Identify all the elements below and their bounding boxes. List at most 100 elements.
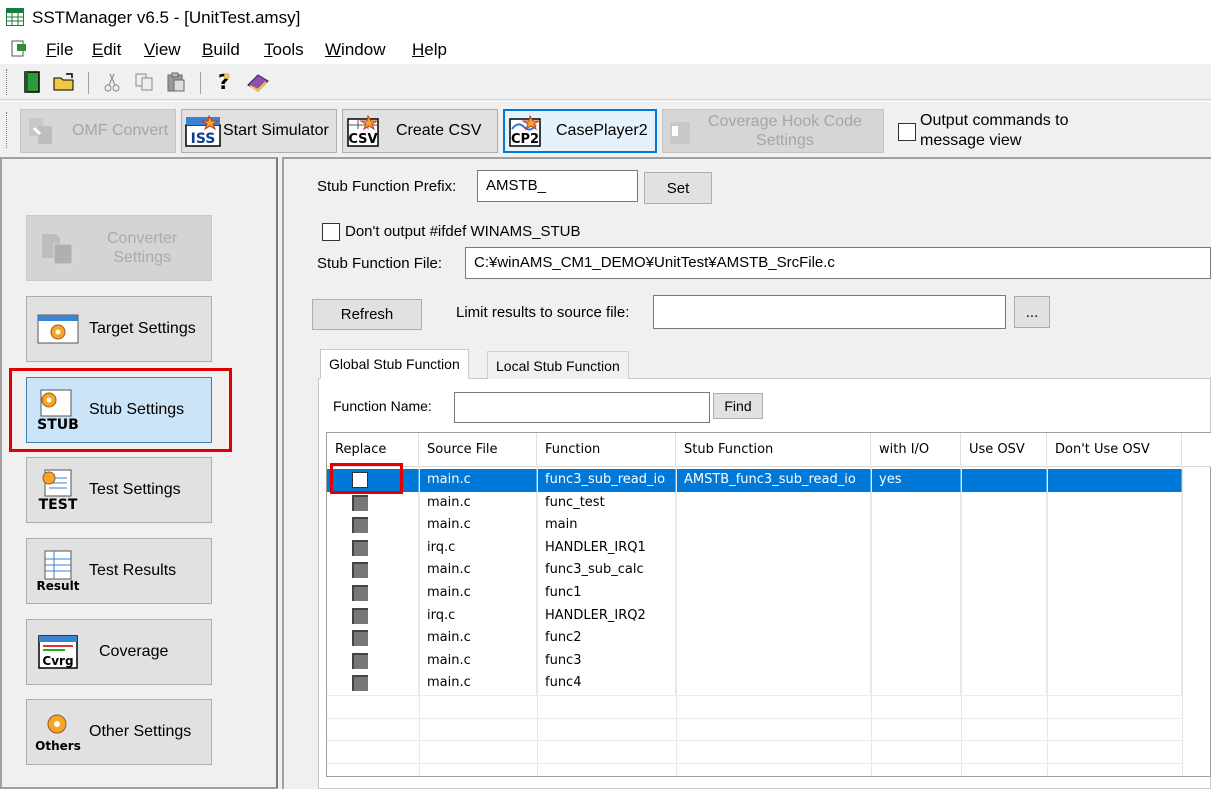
use-osv-cell[interactable]: [961, 469, 1047, 492]
source-file-cell[interactable]: main.c: [419, 469, 537, 492]
table-row[interactable]: main.c func3: [327, 649, 1182, 673]
dont-use-osv-cell[interactable]: [1047, 514, 1182, 538]
replace-checkbox[interactable]: [352, 517, 368, 534]
table-row[interactable]: irq.c HANDLER_IRQ2: [327, 604, 1182, 628]
use-osv-cell[interactable]: [961, 604, 1047, 628]
stub-file-input[interactable]: C:¥winAMS_CM1_DEMO¥UnitTest¥AMSTB_SrcFil…: [465, 247, 1211, 279]
with-io-cell[interactable]: [871, 514, 961, 538]
menu-build[interactable]: Build: [202, 40, 240, 60]
column-header-dont-use-osv[interactable]: Don't Use OSV: [1047, 433, 1182, 467]
column-header-replace[interactable]: Replace: [327, 433, 419, 467]
use-osv-cell[interactable]: [961, 491, 1047, 515]
with-io-cell[interactable]: [871, 582, 961, 605]
menu-edit[interactable]: Edit: [92, 40, 121, 60]
dont-use-osv-cell[interactable]: [1047, 469, 1182, 492]
with-io-cell[interactable]: [871, 559, 961, 583]
stub-function-cell[interactable]: [676, 582, 871, 605]
table-row[interactable]: main.c func2: [327, 627, 1182, 651]
source-file-cell[interactable]: irq.c: [419, 604, 537, 628]
stub-function-cell[interactable]: [676, 491, 871, 515]
source-file-cell[interactable]: main.c: [419, 672, 537, 696]
source-file-cell[interactable]: main.c: [419, 491, 537, 515]
find-button[interactable]: Find: [713, 393, 763, 419]
function-cell[interactable]: main: [537, 514, 676, 538]
column-header-function[interactable]: Function: [537, 433, 676, 467]
paste-button[interactable]: [164, 70, 188, 94]
coverage-hook-code-settings-button[interactable]: Coverage Hook Code Settings: [662, 109, 884, 153]
table-row[interactable]: irq.c HANDLER_IRQ1: [327, 536, 1182, 560]
function-cell[interactable]: func3: [537, 649, 676, 673]
limit-source-input[interactable]: [653, 295, 1006, 329]
create-csv-button[interactable]: CSV Create CSV: [342, 109, 498, 153]
tab-local-stub-function[interactable]: Local Stub Function: [487, 351, 629, 379]
dont-use-osv-cell[interactable]: [1047, 604, 1182, 628]
use-osv-cell[interactable]: [961, 514, 1047, 538]
menu-tools[interactable]: Tools: [264, 40, 304, 60]
dont-use-osv-cell[interactable]: [1047, 627, 1182, 651]
omf-convert-button[interactable]: OMF Convert: [20, 109, 176, 153]
help-button[interactable]: ?: [212, 70, 236, 94]
function-name-input[interactable]: [454, 392, 710, 423]
tab-global-stub-function[interactable]: Global Stub Function: [320, 349, 469, 379]
dont-use-osv-cell[interactable]: [1047, 672, 1182, 696]
stub-function-cell[interactable]: [676, 514, 871, 538]
replace-checkbox[interactable]: [352, 562, 368, 579]
column-header-with-io[interactable]: with I/O: [871, 433, 961, 467]
menu-file[interactable]: File: [46, 40, 73, 60]
menu-help[interactable]: Help: [412, 40, 447, 60]
table-row[interactable]: main.c func_test: [327, 491, 1182, 515]
replace-checkbox[interactable]: [352, 585, 368, 601]
menu-window[interactable]: Window: [325, 40, 385, 60]
replace-checkbox[interactable]: [352, 630, 368, 647]
with-io-cell[interactable]: [871, 491, 961, 515]
column-header-source-file[interactable]: Source File: [419, 433, 537, 467]
stub-function-cell[interactable]: AMSTB_func3_sub_read_io: [676, 469, 871, 492]
refresh-button[interactable]: Refresh: [312, 299, 422, 330]
target-settings-button[interactable]: Target Settings: [26, 296, 212, 362]
function-cell[interactable]: func3_sub_calc: [537, 559, 676, 583]
cut-button[interactable]: [100, 70, 124, 94]
other-settings-button[interactable]: Others Other Settings: [26, 699, 212, 765]
function-cell[interactable]: HANDLER_IRQ1: [537, 536, 676, 560]
source-file-cell[interactable]: irq.c: [419, 536, 537, 560]
column-header-use-osv[interactable]: Use OSV: [961, 433, 1047, 467]
document-icon[interactable]: [10, 40, 28, 58]
test-results-button[interactable]: Result Test Results: [26, 538, 212, 604]
source-file-cell[interactable]: main.c: [419, 649, 537, 673]
function-cell[interactable]: func2: [537, 627, 676, 651]
function-cell[interactable]: HANDLER_IRQ2: [537, 604, 676, 628]
function-cell[interactable]: func3_sub_read_io: [537, 469, 676, 492]
source-file-cell[interactable]: main.c: [419, 582, 537, 605]
with-io-cell[interactable]: [871, 604, 961, 628]
column-header-stub-function[interactable]: Stub Function: [676, 433, 871, 467]
with-io-cell[interactable]: yes: [871, 469, 961, 492]
function-cell[interactable]: func4: [537, 672, 676, 696]
stub-settings-button[interactable]: STUB Stub Settings: [26, 377, 212, 443]
toolbar-grip[interactable]: [6, 69, 9, 95]
toolbar-grip-2[interactable]: [6, 112, 9, 148]
table-row[interactable]: main.c func4: [327, 672, 1182, 696]
use-osv-cell[interactable]: [961, 536, 1047, 560]
replace-checkbox[interactable]: [352, 539, 368, 556]
set-button[interactable]: Set: [644, 172, 712, 204]
stub-function-cell[interactable]: [676, 559, 871, 583]
dont-use-osv-cell[interactable]: [1047, 582, 1182, 605]
table-row[interactable]: main.c func3_sub_calc: [327, 559, 1182, 583]
use-osv-cell[interactable]: [961, 582, 1047, 605]
stub-function-cell[interactable]: [676, 536, 871, 560]
test-settings-button[interactable]: TEST Test Settings: [26, 457, 212, 523]
dont-use-osv-cell[interactable]: [1047, 649, 1182, 673]
dont-output-ifdef-checkbox[interactable]: [322, 223, 340, 241]
function-cell[interactable]: func_test: [537, 491, 676, 515]
use-osv-cell[interactable]: [961, 559, 1047, 583]
menu-view[interactable]: View: [144, 40, 181, 60]
new-project-button[interactable]: [20, 70, 44, 94]
converter-settings-button[interactable]: Converter Settings: [26, 215, 212, 281]
output-commands-checkbox[interactable]: [898, 123, 916, 141]
use-osv-cell[interactable]: [961, 672, 1047, 696]
caseplayer2-button[interactable]: CP2 CasePlayer2: [503, 109, 657, 153]
table-row[interactable]: main.c func1: [327, 582, 1182, 605]
dont-use-osv-cell[interactable]: [1047, 491, 1182, 515]
replace-checkbox[interactable]: [352, 494, 368, 511]
replace-checkbox[interactable]: [352, 652, 368, 669]
